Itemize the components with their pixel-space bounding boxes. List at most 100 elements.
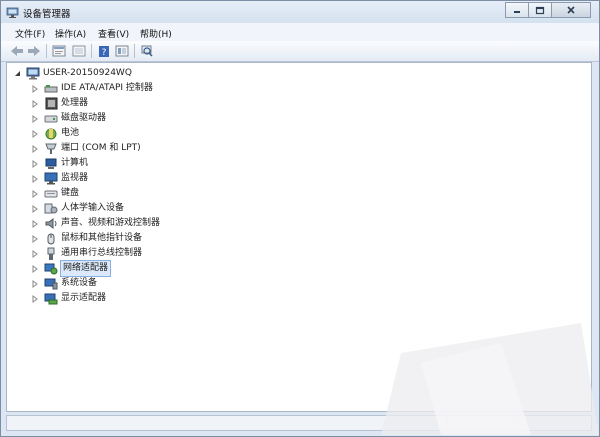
tree-item-processor[interactable]: 处理器	[30, 96, 88, 111]
tree-item-keyboard[interactable]: 键盘	[30, 186, 79, 201]
tree-item-port[interactable]: 端口 (COM 和 LPT)	[30, 141, 141, 156]
close-button[interactable]	[551, 2, 591, 18]
computer-root-icon	[26, 67, 40, 81]
tree-item-system-device[interactable]: 系统设备	[30, 276, 97, 291]
device-manager-window: 设备管理器 文件(F) 操作(A) 查看(V) 帮助(H) ? USER-201…	[0, 0, 600, 437]
tree-item-label: 处理器	[61, 98, 89, 108]
tree-item-sound[interactable]: 声音、视频和游戏控制器	[30, 216, 160, 231]
expand-arrow-icon[interactable]	[30, 261, 40, 276]
tree-item-label: 监视器	[61, 173, 89, 183]
tree-item-label: 声音、视频和游戏控制器	[61, 218, 161, 228]
menu-help[interactable]: 帮助(H)	[140, 27, 172, 40]
expand-arrow-icon[interactable]	[30, 171, 40, 186]
toolbar-separator	[91, 44, 92, 58]
maximize-icon	[535, 6, 545, 14]
usb-icon	[44, 247, 58, 261]
toolbar-separator	[134, 44, 135, 58]
disk-drive-icon	[44, 112, 58, 126]
tree-item-label: 磁盘驱动器	[61, 113, 107, 123]
tree-item-label: 系统设备	[61, 278, 98, 288]
update-icon	[72, 45, 86, 57]
expand-arrow-icon[interactable]	[30, 126, 40, 141]
properties-button[interactable]	[51, 43, 67, 59]
expand-arrow-icon[interactable]	[30, 231, 40, 246]
tree-item-computer[interactable]: 计算机	[30, 156, 88, 171]
collapse-arrow-icon[interactable]	[12, 66, 22, 81]
tree-item-label: 端口 (COM 和 LPT)	[61, 143, 141, 153]
tree-item-disk[interactable]: 磁盘驱动器	[30, 111, 106, 126]
tree-item-label: 显示适配器	[61, 293, 107, 303]
tree-item-usb[interactable]: 通用串行总线控制器	[30, 246, 142, 261]
menu-view[interactable]: 查看(V)	[98, 27, 129, 40]
expand-arrow-icon[interactable]	[30, 201, 40, 216]
tree-item-network-adapter[interactable]: 网络适配器	[30, 260, 112, 277]
help-button[interactable]: ?	[96, 43, 112, 59]
expand-arrow-icon[interactable]	[30, 246, 40, 261]
help-icon: ?	[99, 45, 109, 58]
mouse-icon	[44, 232, 58, 246]
port-icon	[44, 142, 58, 156]
minimize-button[interactable]	[505, 2, 529, 18]
expand-arrow-icon[interactable]	[30, 141, 40, 156]
expand-arrow-icon[interactable]	[30, 96, 40, 111]
tree-item-ide[interactable]: IDE ATA/ATAPI 控制器	[30, 81, 153, 96]
properties-icon	[52, 45, 66, 57]
expand-arrow-icon[interactable]	[30, 81, 40, 96]
watermark-logo	[381, 323, 599, 435]
keyboard-icon	[44, 187, 58, 201]
close-icon	[567, 6, 575, 14]
back-button[interactable]	[9, 43, 25, 59]
toolbar-separator	[46, 44, 47, 58]
maximize-button[interactable]	[528, 2, 552, 18]
tree-item-label: 电池	[61, 128, 80, 138]
sound-icon	[44, 217, 58, 231]
tree-item-label: 鼠标和其他指针设备	[61, 233, 143, 243]
view-icon	[115, 45, 129, 57]
computer-icon	[44, 157, 58, 171]
expand-arrow-icon[interactable]	[30, 291, 40, 306]
system-device-icon	[44, 277, 58, 291]
tree-item-label: 计算机	[61, 158, 89, 168]
minimize-icon	[514, 11, 520, 13]
scan-hardware-icon	[141, 45, 153, 57]
tree-item-label: IDE ATA/ATAPI 控制器	[61, 83, 153, 93]
tree-item-label: 键盘	[61, 188, 80, 198]
forward-icon	[28, 46, 40, 56]
tree-item-monitor[interactable]: 监视器	[30, 171, 88, 186]
tree-item-mouse[interactable]: 鼠标和其他指针设备	[30, 231, 142, 246]
device-manager-icon	[6, 7, 19, 18]
menu-bar: 文件(F) 操作(A) 查看(V) 帮助(H)	[1, 23, 599, 42]
caption-buttons	[505, 2, 591, 18]
back-icon	[11, 46, 23, 56]
tree-item-label: 人体学输入设备	[61, 203, 125, 213]
tree-item-label: 通用串行总线控制器	[61, 248, 143, 258]
tree-item-hid[interactable]: 人体学输入设备	[30, 201, 124, 216]
expand-arrow-icon[interactable]	[30, 216, 40, 231]
display-adapter-icon	[44, 292, 58, 306]
window-title: 设备管理器	[23, 9, 71, 20]
tree-item-battery[interactable]: 电池	[30, 126, 79, 141]
forward-button[interactable]	[26, 43, 42, 59]
tree-item-display-adapter[interactable]: 显示适配器	[30, 291, 106, 306]
expand-arrow-icon[interactable]	[30, 111, 40, 126]
ide-controller-icon	[44, 82, 58, 96]
svg-text:?: ?	[102, 48, 107, 58]
network-adapter-icon	[44, 262, 58, 276]
expand-arrow-icon[interactable]	[30, 156, 40, 171]
scan-hardware-button[interactable]	[139, 43, 155, 59]
expand-arrow-icon[interactable]	[30, 276, 40, 291]
battery-icon	[44, 127, 58, 141]
view-button[interactable]	[114, 43, 130, 59]
menu-action[interactable]: 操作(A)	[55, 27, 86, 40]
toolbar: ?	[1, 41, 599, 62]
monitor-icon	[44, 172, 58, 186]
tree-root-label: USER-20150924WQ	[43, 68, 132, 78]
menu-file[interactable]: 文件(F)	[15, 27, 45, 40]
title-bar[interactable]: 设备管理器	[1, 1, 599, 23]
update-driver-button[interactable]	[71, 43, 87, 59]
hid-icon	[44, 202, 58, 216]
tree-item-label: 网络适配器	[59, 260, 112, 277]
processor-icon	[44, 97, 58, 111]
expand-arrow-icon[interactable]	[30, 186, 40, 201]
tree-root[interactable]: USER-20150924WQ	[12, 66, 132, 81]
